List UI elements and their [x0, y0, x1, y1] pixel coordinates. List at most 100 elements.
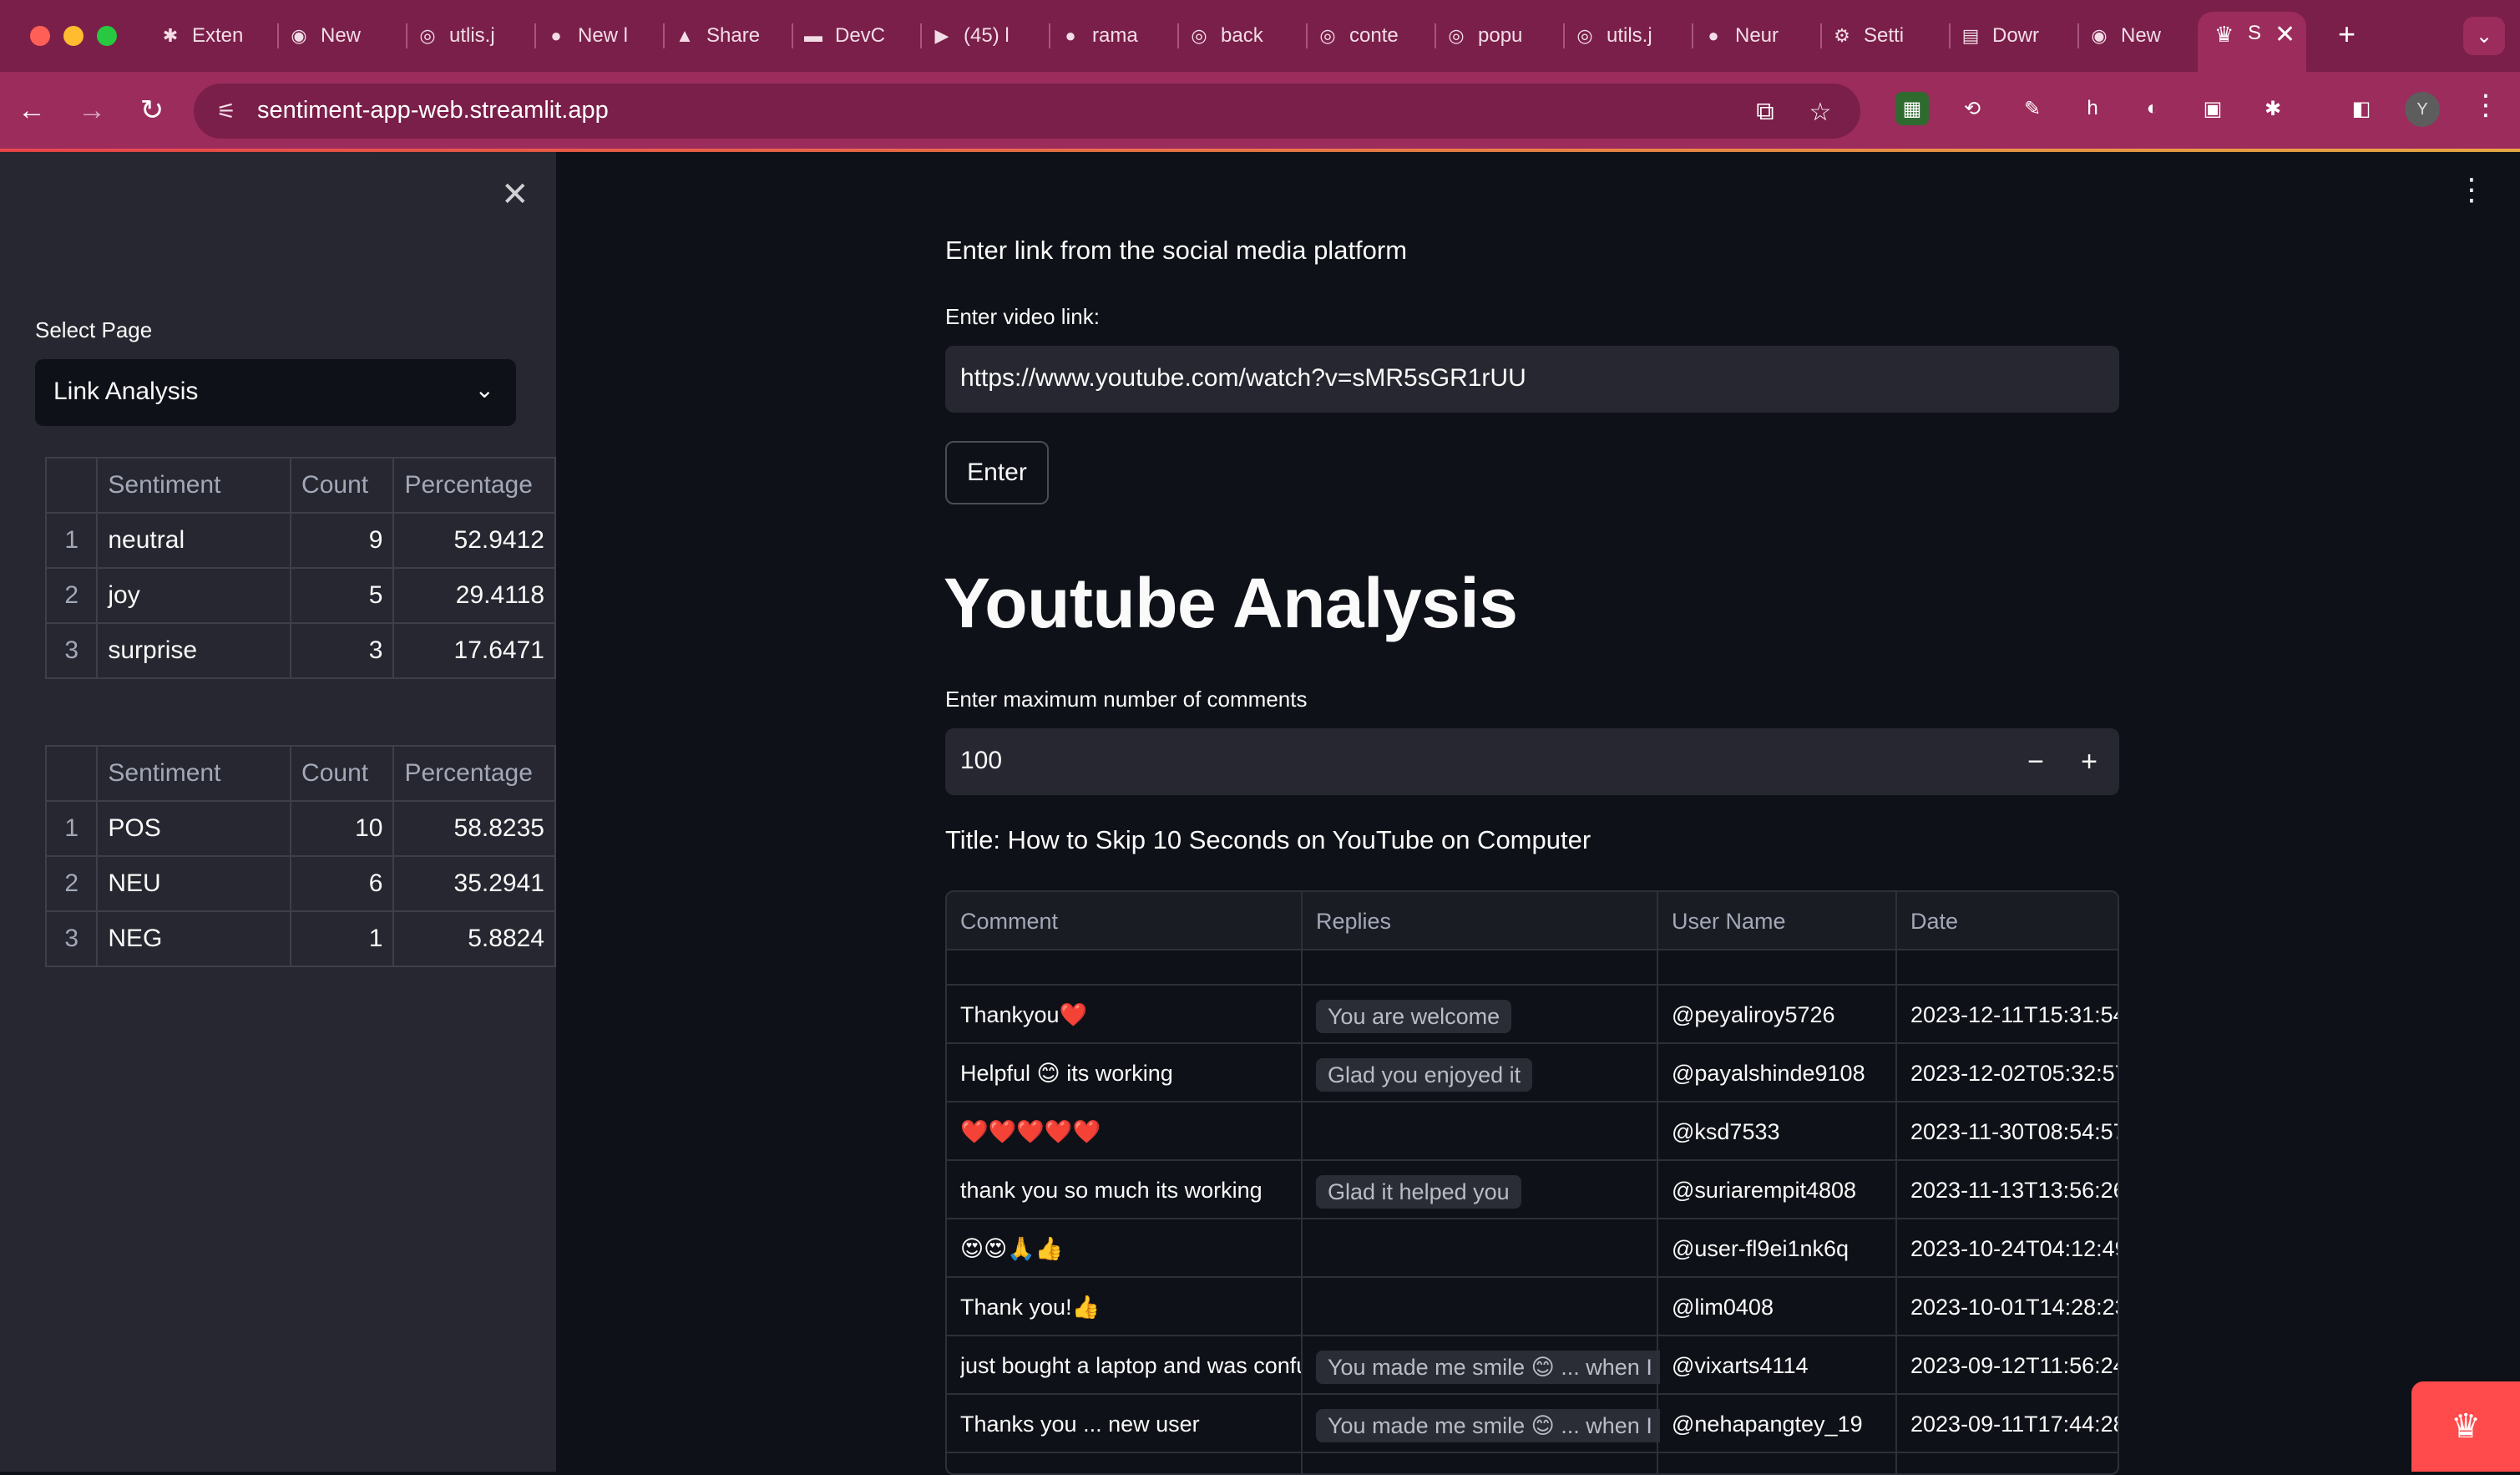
- bookmark-star-icon[interactable]: ☆: [1804, 95, 1837, 129]
- eyedropper-icon[interactable]: ✎: [2016, 92, 2049, 125]
- browser-tab[interactable]: ⚙ Setti: [1830, 15, 1941, 57]
- extension-grid-icon[interactable]: ▦: [1895, 92, 1929, 125]
- sentiment-cell: NEG: [96, 910, 292, 967]
- close-sidebar-icon[interactable]: ✕: [501, 175, 529, 214]
- table-row[interactable]: [947, 1453, 2118, 1473]
- browser-tab[interactable]: ● rama: [1059, 15, 1169, 57]
- browser-tab-label: utils.j: [1607, 24, 1652, 47]
- page-select[interactable]: Link Analysis ⌄: [35, 359, 516, 426]
- column-header-comment[interactable]: Comment: [960, 909, 1058, 935]
- user-name-cell: @payalshinde9108: [1672, 1061, 1865, 1086]
- table-row[interactable]: Helpful 😊 its working Glad you enjoyed it…: [947, 1044, 2118, 1102]
- side-panel-icon[interactable]: ◧: [2345, 92, 2378, 125]
- table-row[interactable]: Thankyou❤️ You are welcome @peyaliroy5726 2…: [947, 986, 2118, 1044]
- profile-avatar[interactable]: Y: [2405, 92, 2440, 127]
- table-header-count: Count: [290, 457, 395, 514]
- window-minimize-button[interactable]: [63, 26, 83, 46]
- column-header-date[interactable]: Date: [1910, 909, 1958, 935]
- gear-icon: ⚙: [1834, 25, 1850, 46]
- comments-table[interactable]: Thankyou❤️ You are welcome @peyaliroy5726 2…: [945, 890, 2119, 1475]
- decrement-button[interactable]: −: [2011, 737, 2061, 787]
- browser-tab[interactable]: ◎ utlis.j: [416, 15, 526, 57]
- extension-window-icon[interactable]: ▣: [2196, 92, 2229, 125]
- browser-tab[interactable]: ▬ DevC: [802, 15, 912, 57]
- column-header-user-name[interactable]: User Name: [1672, 909, 1786, 935]
- video-link-input[interactable]: https://www.youtube.com/watch?v=sMR5sGR1…: [945, 346, 2119, 413]
- count-cell: 5: [290, 567, 395, 624]
- app-menu-icon[interactable]: ⋮: [2457, 172, 2487, 207]
- sentiment-cell: surprise: [96, 622, 292, 679]
- extension-h-icon[interactable]: h: [2076, 92, 2109, 125]
- table-row[interactable]: Thanks you ... new user You made me smile…: [947, 1395, 2118, 1453]
- extension-sync-icon[interactable]: ⟲: [1956, 92, 1989, 125]
- back-arrow-icon[interactable]: ←: [10, 89, 53, 132]
- row-index: 3: [44, 622, 99, 679]
- table-row[interactable]: thank you so much its working Glad it hel…: [947, 1161, 2118, 1219]
- increment-button[interactable]: +: [2064, 737, 2114, 787]
- extension-dark-icon[interactable]: ◐: [2136, 92, 2169, 125]
- tab-separator: [1177, 23, 1179, 48]
- table-row: 2 NEU 6 35.2941: [44, 855, 556, 912]
- window-maximize-button[interactable]: [97, 26, 117, 46]
- column-header-replies[interactable]: Replies: [1316, 909, 1391, 935]
- replies-cell: You made me smile 😊 ... when I m: [1316, 1395, 1660, 1453]
- new-tab-button[interactable]: +: [2338, 17, 2356, 52]
- max-comments-input[interactable]: 100 − +: [945, 728, 2119, 795]
- max-comments-value: 100: [960, 747, 1003, 774]
- browser-menu-icon[interactable]: ⋮: [2472, 89, 2500, 122]
- browser-tab[interactable]: ✱ Exten: [159, 15, 269, 57]
- close-tab-icon[interactable]: ✕: [2275, 20, 2295, 49]
- browser-tab[interactable]: ▲ Share: [673, 15, 783, 57]
- comment-cell: [960, 1453, 1303, 1473]
- table-row[interactable]: 😍😍🙏👍 @user-fl9ei1nk6q 2023-10-24T04:12:49Z: [947, 1219, 2118, 1278]
- percentage-cell: 5.8824: [392, 910, 556, 967]
- browser-tab[interactable]: ● Neur: [1702, 15, 1812, 57]
- extensions-puzzle-icon[interactable]: ✱: [2256, 92, 2290, 125]
- table-header-percentage: Percentage: [392, 745, 556, 802]
- browser-tab-label: New l: [578, 24, 629, 47]
- user-name-cell: @vixarts4114: [1672, 1353, 1809, 1378]
- browser-tab-bar: ✱ Exten ◉ New ◎ utlis.j ● New l ▲ Share ▬ DevC ▶ (45)…: [0, 0, 2520, 72]
- browser-tab[interactable]: ▤ Dowr: [1959, 15, 2069, 57]
- browser-tab-label: DevC: [835, 24, 886, 47]
- table-row[interactable]: Thank you!👍 @lim0408 2023-10-01T14:28:23Z: [947, 1278, 2118, 1336]
- column-divider: [1895, 892, 1897, 1473]
- browser-tab-label: popu: [1478, 24, 1523, 47]
- percentage-cell: 52.9412: [392, 512, 556, 569]
- streamlit-crown-icon[interactable]: ♛: [2411, 1381, 2520, 1472]
- site-info-icon[interactable]: ⚟: [214, 99, 239, 124]
- install-app-icon[interactable]: ⧉: [1748, 95, 1782, 129]
- browser-tab[interactable]: ◉ New: [287, 15, 397, 57]
- table-row[interactable]: just bought a laptop and was confused You…: [947, 1336, 2118, 1395]
- browser-tab[interactable]: ◎ back: [1187, 15, 1298, 57]
- tab-search-button[interactable]: ⌄: [2463, 17, 2505, 55]
- date-cell: 2023-11-30T08:54:57Z: [1910, 1119, 2119, 1144]
- browser-tab[interactable]: ◉ New: [2087, 15, 2198, 57]
- address-bar[interactable]: ⚟ sentiment-app-web.streamlit.app ⧉ ☆: [194, 84, 1860, 139]
- github-icon: ●: [1708, 25, 1719, 46]
- browser-tab[interactable]: ◎ conte: [1316, 15, 1426, 57]
- url-text[interactable]: sentiment-app-web.streamlit.app: [257, 97, 609, 124]
- tab-separator: [1435, 23, 1436, 48]
- row-index: 2: [44, 567, 99, 624]
- table-row[interactable]: ❤️❤️❤️❤️❤️ @ksd7533 2023-11-30T08:54:57Z: [947, 1102, 2118, 1161]
- tab-separator: [920, 23, 922, 48]
- replies-cell: [1316, 1102, 1660, 1161]
- forward-arrow-icon[interactable]: →: [70, 89, 114, 132]
- globe-icon: ◎: [1576, 25, 1593, 46]
- max-comments-label: Enter maximum number of comments: [945, 687, 1308, 712]
- reload-icon[interactable]: ↻: [130, 89, 174, 132]
- window-close-button[interactable]: [30, 26, 50, 46]
- youtube-icon: ▶: [934, 25, 949, 46]
- browser-tab[interactable]: ▶ (45) l: [930, 15, 1040, 57]
- browser-tab[interactable]: ◎ utils.j: [1573, 15, 1683, 57]
- tab-separator: [663, 23, 665, 48]
- table-header-sentiment: Sentiment: [96, 745, 292, 802]
- browser-tab[interactable]: ◎ popu: [1445, 15, 1555, 57]
- tab-separator: [277, 23, 279, 48]
- browser-tab[interactable]: ● New l: [544, 15, 655, 57]
- row-index: 2: [44, 855, 99, 912]
- enter-button[interactable]: Enter: [945, 441, 1049, 504]
- comment-cell: ❤️❤️❤️❤️❤️: [960, 1119, 1101, 1144]
- drive-icon: ▲: [676, 25, 694, 46]
